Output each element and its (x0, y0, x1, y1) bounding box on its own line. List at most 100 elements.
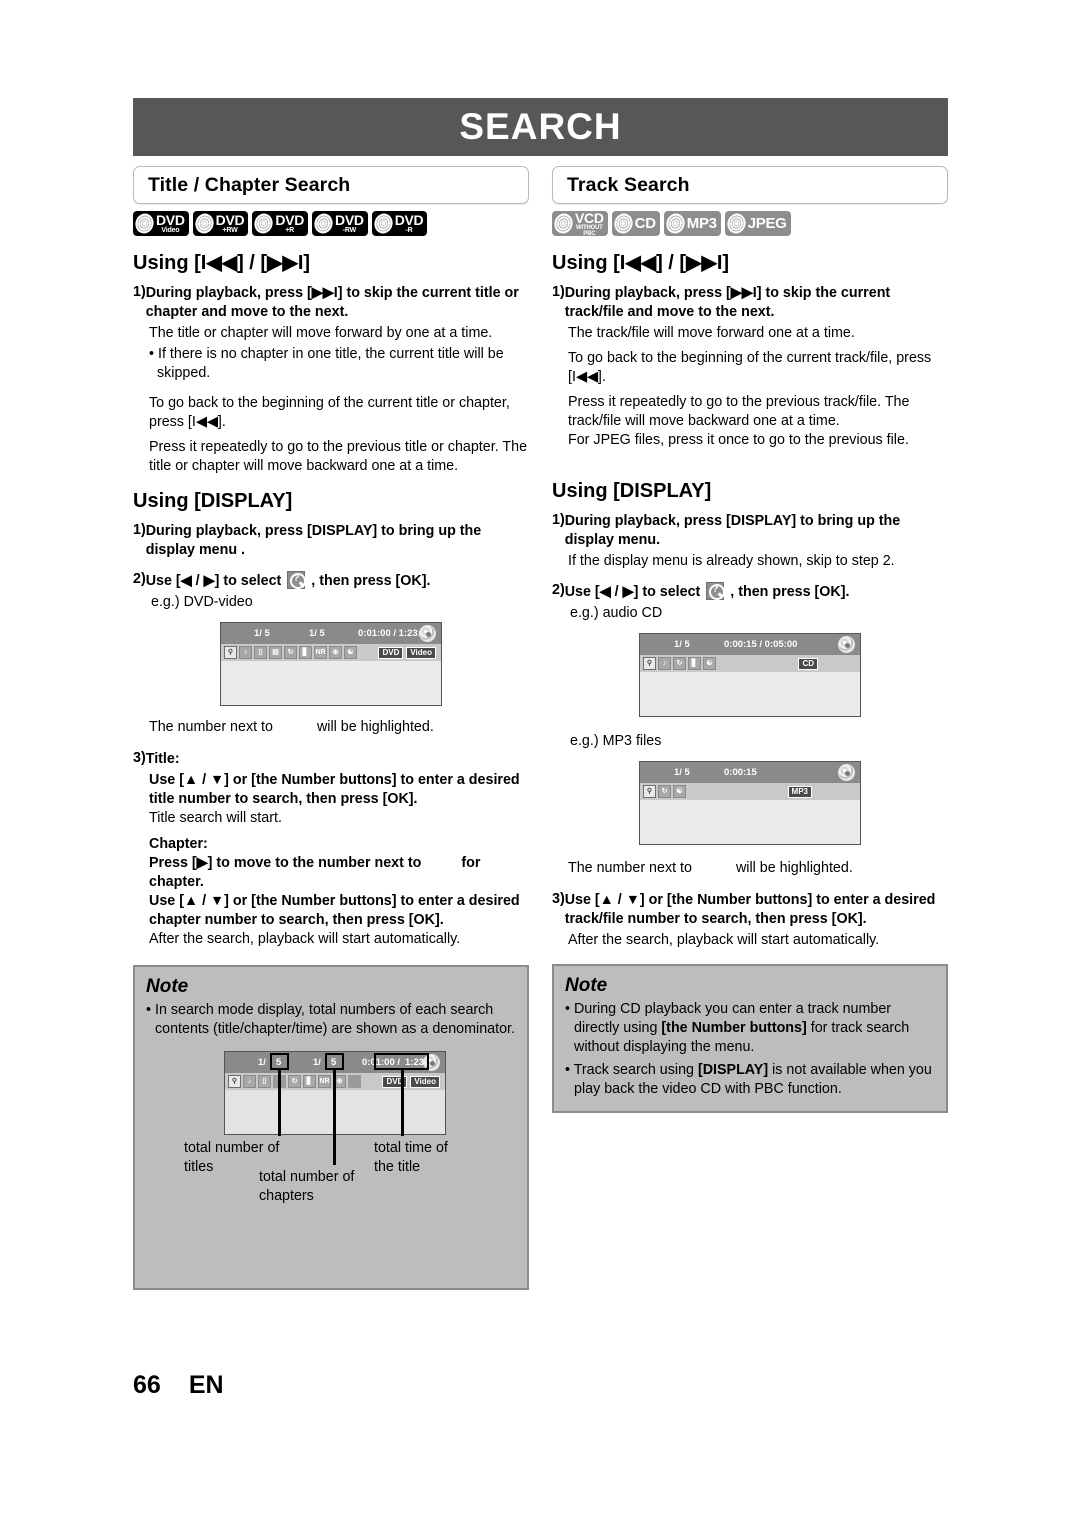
osd-preview-mp3: 1/ 5 0:00:15 ⚲ ↻ ☯ MP3 (639, 761, 861, 845)
osd-tag-cd: CD (798, 657, 818, 670)
step-number: 1) (133, 522, 146, 538)
repeat-icon: ↻ (673, 657, 686, 670)
osd-tag-video: Video (410, 1075, 440, 1088)
search-icon: ⚲ (228, 1075, 241, 1088)
repeat-icon: ↻ (658, 785, 671, 798)
badge-cd: CD (611, 210, 660, 237)
highlight-note-post: will be highlighted. (316, 719, 434, 735)
step-1-body: The title or chapter will move forward b… (149, 325, 493, 341)
osd-status-row: 1/ 5 0:00:15 (640, 762, 860, 783)
heading-using-display-left: Using [DISPLAY] (133, 490, 293, 512)
osd-tag-group: DVD Video (375, 646, 436, 659)
disc-icon (311, 210, 336, 237)
osd-icon-row: ⚲ ♪ ▯ ▤ ↻ ▋ NR ⊕ ☯ DVD Video (221, 644, 441, 661)
osd-tag-dvd: DVD (382, 1075, 408, 1088)
note-bullet-2-b: [DISPLAY] (697, 1062, 769, 1078)
display-step-1-right: 1) During playback, press [DISPLAY] to b… (552, 512, 948, 550)
badge-main-label: DVD (275, 212, 305, 228)
example-label-dvd-video: e.g.) DVD-video (151, 594, 253, 610)
step-1-body: The track/file will move forward one at … (568, 325, 855, 341)
badge-dvd-plus-r: DVD +R (251, 210, 309, 237)
step-number: 3) (133, 750, 146, 766)
osd-tag-video: Video (406, 646, 436, 659)
left-column: Title / Chapter Search DVD Video DVD +RW (132, 166, 529, 1290)
step-number: 2) (133, 571, 146, 587)
osd-disc-icon (419, 625, 436, 642)
subtitle-icon: ▯ (258, 1075, 271, 1088)
osd-tag-mp3: MP3 (787, 785, 812, 798)
highlight-note-post: will be highlighted. (735, 860, 853, 876)
note-box-left: Note • In search mode display, total num… (133, 965, 529, 1290)
manual-page: SEARCH Title / Chapter Search DVD Video … (132, 0, 948, 1528)
callout-diagram: 1/ 5 1/ 5 0:01:00 / 1:23:45 ⚲ ♪ ▯ ↻ ▋ NR… (146, 1051, 516, 1276)
badge-sub-label: +R (285, 227, 295, 234)
leader-line-titles (278, 1070, 281, 1136)
note-bullet-2: • Track search using [DISPLAY] is not av… (565, 1061, 935, 1099)
page-footer: 66 EN (133, 1371, 224, 1400)
osd-time-field: 0:00:15 / 0:05:00 (724, 639, 798, 650)
search-icon: ⚲ (643, 657, 656, 670)
disc-icon (551, 210, 576, 237)
right-column: Track Search VCD WITHOUT PBC CD MP3 JPEG… (551, 166, 948, 1113)
repeat-icon: ↻ (288, 1075, 301, 1088)
audio-icon: ♪ (239, 646, 252, 659)
disc-icon (724, 210, 749, 237)
step-1-body-3: Press it repeatedly to go to the previou… (568, 394, 910, 429)
badge-sub-label: Video (161, 227, 180, 234)
step-3-body: After the search, playback will start au… (149, 931, 461, 947)
osd-status-row: 1/ 5 1/ 5 0:01:00 / 1:23:45 (221, 623, 441, 644)
step-1-bullet: • If there is no chapter in one title, t… (149, 346, 504, 381)
osd-chapter-num: 1/ (313, 1057, 321, 1068)
search-icon: ⚲ (643, 785, 656, 798)
osd-time-elapsed: 0:01:00 / (362, 1057, 401, 1068)
step-text-pre: Use [◀ / ▶] to select (564, 584, 701, 600)
surround-icon: ▋ (299, 646, 312, 659)
caption-total-chapters: total number of chapters (259, 1169, 355, 1204)
osd-title-total: 5 (276, 1057, 282, 1068)
section-title-title-chapter-search: Title / Chapter Search (133, 166, 529, 204)
page-banner: SEARCH (133, 98, 948, 156)
step-text-post: , then press [OK]. (730, 584, 850, 600)
osd-track-field: 1/ 5 (674, 767, 690, 778)
step-text: During playback, press [DISPLAY] to brin… (564, 513, 901, 548)
example-label-audio-cd: e.g.) audio CD (570, 605, 663, 621)
step-3-chapter-text-2: Use [▲ / ▼] or [the Number buttons] to e… (149, 893, 520, 928)
section-title-label: Title / Chapter Search (148, 173, 351, 196)
disc-icon (663, 210, 688, 237)
step-3-body: After the search, playback will start au… (568, 932, 880, 948)
noise-reduction-icon: NR (314, 646, 327, 659)
repeat-icon: ↻ (284, 646, 297, 659)
step-1-body-3: Press it repeatedly to go to the previou… (149, 439, 528, 474)
step-label-title: Title: (145, 751, 180, 767)
step-text-pre: Use [◀ / ▶] to select (145, 573, 282, 589)
display-step-2-right: 2) Use [◀ / ▶] to select ? , then press … (552, 582, 948, 602)
disc-badge-list-left: DVD Video DVD +RW DVD +R DVD -RW DVD -R (132, 210, 529, 237)
badge-sub2-label: PBC (583, 230, 596, 237)
osd-status-row: 1/ 5 0:00:15 / 0:05:00 (640, 634, 860, 655)
osd-tag-dvd: DVD (378, 646, 404, 659)
angle-icon: ▤ (269, 646, 282, 659)
osd-preview-dvd-video: 1/ 5 1/ 5 0:01:00 / 1:23:45 ⚲ ♪ ▯ ▤ ↻ ▋ … (220, 622, 442, 706)
banner-title: SEARCH (459, 106, 622, 147)
step-text: During playback, press [▶▶I] to skip the… (145, 285, 519, 320)
search-icon: ⚲ (224, 646, 237, 659)
badge-dvd-plus-rw: DVD +RW (192, 210, 249, 237)
badge-sub-label: +RW (222, 227, 238, 234)
step-number: 1) (133, 284, 146, 300)
step-1-body-2: To go back to the beginning of the curre… (149, 395, 510, 430)
osd-disc-icon (838, 764, 855, 781)
step-3-title-text: Use [▲ / ▼] or [the Number buttons] to e… (149, 772, 520, 807)
badge-dvd-minus-r: DVD -R (371, 210, 428, 237)
display-step-2-left: 2) Use [◀ / ▶] to select ? , then press … (133, 571, 529, 591)
step-text: During playback, press [DISPLAY] to brin… (145, 523, 482, 558)
osd-preview-audio-cd: 1/ 5 0:00:15 / 0:05:00 ⚲ ♪ ↻ ▋ ☯ CD (639, 633, 861, 717)
search-display-icon: ? (287, 571, 307, 589)
osd-title-num: 1/ (258, 1057, 266, 1068)
osd-tag-group: CD (795, 657, 818, 670)
step-3-right: 3) Use [▲ / ▼] or [the Number buttons] t… (552, 891, 948, 929)
note-box-right: Note • During CD playback you can enter … (552, 964, 948, 1113)
osd-time-field: 0:00:15 (724, 767, 757, 778)
subtitle-icon: ▯ (254, 646, 267, 659)
badge-vcd-without-pbc: VCD WITHOUT PBC (551, 210, 608, 237)
heading-using-display-right: Using [DISPLAY] (552, 480, 712, 502)
